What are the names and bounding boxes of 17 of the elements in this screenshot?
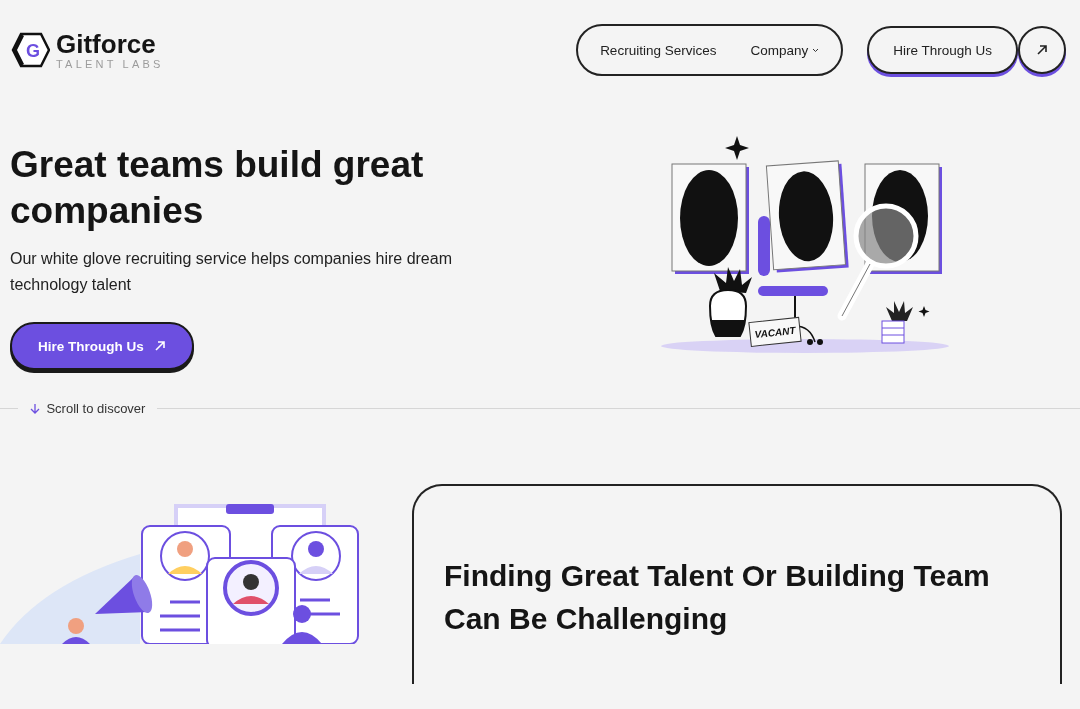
chevron-down-icon xyxy=(812,47,820,53)
hero-subtitle: Our white glove recruiting service helps companies hire dream technology talent xyxy=(10,249,453,295)
logo-letter: G xyxy=(26,41,40,61)
hire-button[interactable]: Hire Through Us xyxy=(10,322,194,370)
nav-dropdown[interactable]: Company xyxy=(750,42,820,58)
arrow-down-icon xyxy=(30,402,41,414)
logo-tagline: TALENT LABS xyxy=(56,58,164,70)
arrow-up-right-icon xyxy=(153,340,166,352)
card-title: Finding Great Talent Or Building Team Can Be Challenging xyxy=(444,558,991,637)
arrow-button[interactable] xyxy=(1018,26,1066,74)
arrow-up-right-icon xyxy=(1036,44,1048,56)
hero-title: Great teams build great companies xyxy=(10,143,425,233)
scroll-hint[interactable]: Scroll to discover xyxy=(40,400,158,416)
nav-link[interactable]: Recruiting Services xyxy=(600,42,717,58)
logo-name: Gitforce xyxy=(56,30,157,57)
hire-button[interactable]: Hire Through Us xyxy=(867,26,1018,74)
vacant-sign: VACANT xyxy=(754,324,796,340)
